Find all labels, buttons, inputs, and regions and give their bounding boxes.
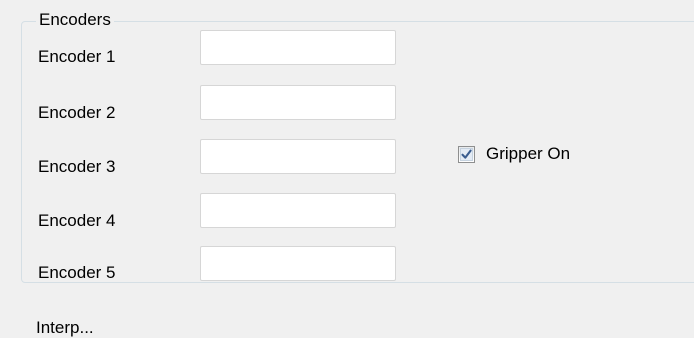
encoder-3-label: Encoder 3 <box>38 157 116 176</box>
encoders-group-title: Encoders <box>36 10 114 30</box>
encoder-3-input[interactable] <box>200 139 396 174</box>
encoders-panel: Encoders Encoder 1 Encoder 2 Encoder 3 E… <box>0 0 694 337</box>
gripper-on-label[interactable]: Gripper On <box>486 144 570 164</box>
encoder-1-input[interactable] <box>200 30 396 65</box>
encoder-4-label: Encoder 4 <box>38 211 116 230</box>
encoder-4-input[interactable] <box>200 193 396 228</box>
checkmark-icon <box>461 149 472 159</box>
next-group-title: Interp... <box>36 318 94 337</box>
encoder-2-label: Encoder 2 <box>38 103 116 122</box>
encoder-2-input[interactable] <box>200 85 396 120</box>
gripper-on-checkbox[interactable] <box>458 146 475 163</box>
encoder-5-input[interactable] <box>200 246 396 281</box>
encoder-1-label: Encoder 1 <box>38 47 116 66</box>
encoder-5-label: Encoder 5 <box>38 263 116 282</box>
